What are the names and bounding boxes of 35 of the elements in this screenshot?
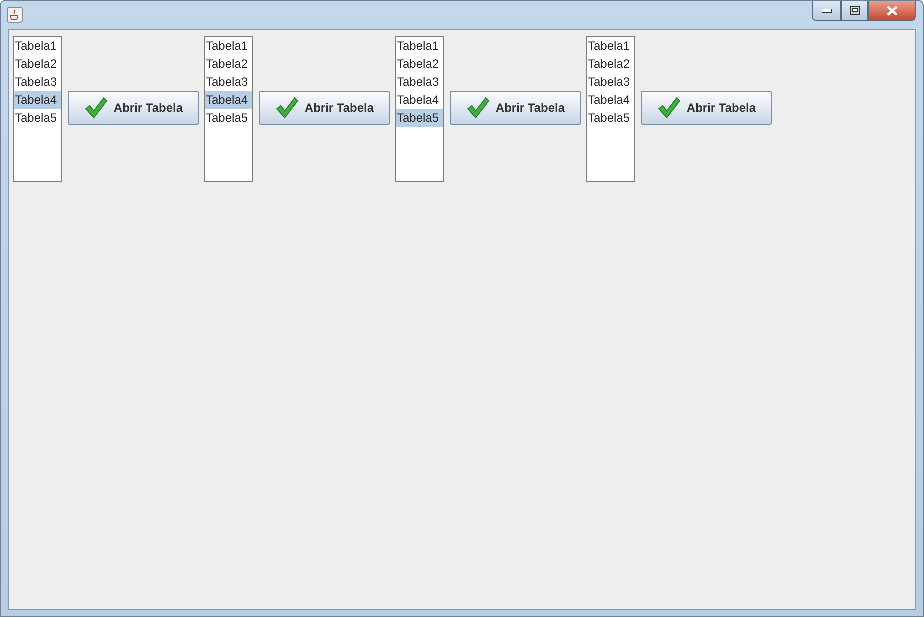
list-item[interactable]: Tabela3 [587, 73, 634, 91]
open-table-button[interactable]: Abrir Tabela [641, 91, 772, 125]
list-item[interactable]: Tabela4 [14, 91, 61, 109]
list-item[interactable]: Tabela2 [587, 55, 634, 73]
list-item[interactable]: Tabela3 [205, 73, 252, 91]
list-item[interactable]: Tabela3 [396, 73, 443, 91]
checkmark-icon [274, 96, 299, 120]
checkmark-icon [84, 96, 108, 120]
list-item[interactable]: Tabela5 [14, 109, 61, 127]
list-item[interactable]: Tabela5 [587, 109, 634, 127]
list-item[interactable]: Tabela1 [396, 37, 443, 55]
list-item[interactable]: Tabela5 [205, 109, 252, 127]
list-item[interactable]: Tabela4 [205, 91, 252, 109]
minimize-icon [822, 8, 832, 12]
close-icon [886, 6, 898, 16]
checkmark-icon [656, 96, 681, 120]
checkmark-icon [466, 96, 490, 120]
maximize-icon [850, 6, 860, 15]
list-item[interactable]: Tabela3 [14, 73, 61, 91]
list-item[interactable]: Tabela2 [396, 55, 443, 73]
list-item[interactable]: Tabela2 [205, 55, 252, 73]
maximize-button[interactable] [841, 1, 868, 21]
list-item[interactable]: Tabela1 [587, 37, 634, 55]
list-item[interactable]: Tabela4 [587, 91, 634, 109]
minimize-button[interactable] [812, 1, 841, 21]
list-item[interactable]: Tabela5 [396, 109, 443, 127]
list-item[interactable]: Tabela4 [396, 91, 443, 109]
list-item[interactable]: Tabela1 [14, 37, 61, 55]
java-cup-icon [7, 7, 23, 23]
open-table-button[interactable]: Abrir Tabela [259, 91, 390, 125]
close-button[interactable] [868, 1, 916, 21]
open-table-button[interactable]: Abrir Tabela [450, 91, 581, 125]
open-table-button[interactable]: Abrir Tabela [68, 91, 199, 125]
list-item[interactable]: Tabela1 [205, 37, 252, 55]
list-item[interactable]: Tabela2 [14, 55, 61, 73]
